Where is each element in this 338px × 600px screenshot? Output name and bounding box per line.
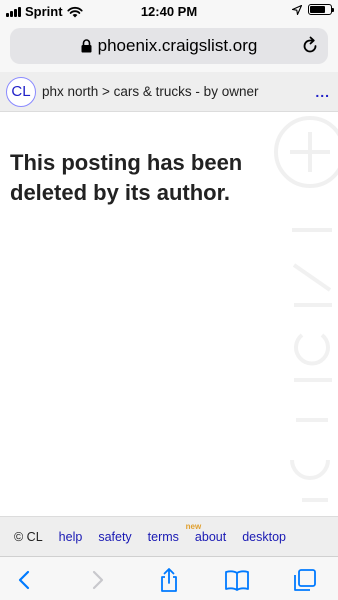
site-footer: © CL help safety terms new about desktop: [0, 516, 338, 556]
footer-link-desktop[interactable]: desktop: [242, 530, 286, 544]
back-icon[interactable]: [12, 567, 38, 593]
footer-link-safety[interactable]: safety: [98, 530, 131, 544]
safari-toolbar: [0, 556, 338, 600]
footer-link-terms-label[interactable]: terms: [148, 530, 179, 544]
more-menu-icon[interactable]: ...: [315, 84, 330, 100]
breadcrumb[interactable]: phx north > cars & trucks - by owner: [42, 84, 258, 99]
battery-level: [310, 6, 325, 13]
status-time: 12:40 PM: [140, 4, 198, 19]
url-text[interactable]: phoenix.craigslist.org: [98, 36, 258, 56]
browser-top-chrome: Sprint 12:40 PM phoenix.craigslist.org: [0, 0, 338, 72]
forward-icon[interactable]: [84, 567, 110, 593]
status-right: [292, 4, 334, 15]
footer-link-terms[interactable]: terms new: [148, 522, 202, 544]
address-content: phoenix.craigslist.org: [10, 28, 328, 64]
address-bar[interactable]: phoenix.craigslist.org: [10, 28, 328, 64]
lock-icon: [81, 39, 92, 53]
copyright: © CL: [14, 529, 43, 544]
location-arrow-icon: [292, 4, 302, 15]
footer-link-about[interactable]: about: [195, 530, 226, 544]
deleted-message: This posting has been deleted by its aut…: [10, 150, 243, 205]
status-bar: Sprint 12:40 PM: [0, 0, 338, 22]
share-icon[interactable]: [156, 567, 182, 593]
bookmarks-icon[interactable]: [224, 567, 250, 593]
tabs-icon[interactable]: [292, 567, 318, 593]
reload-icon[interactable]: [300, 36, 320, 56]
cl-logo[interactable]: CL: [6, 76, 36, 107]
battery-icon: [308, 4, 334, 15]
footer-link-help[interactable]: help: [59, 530, 83, 544]
